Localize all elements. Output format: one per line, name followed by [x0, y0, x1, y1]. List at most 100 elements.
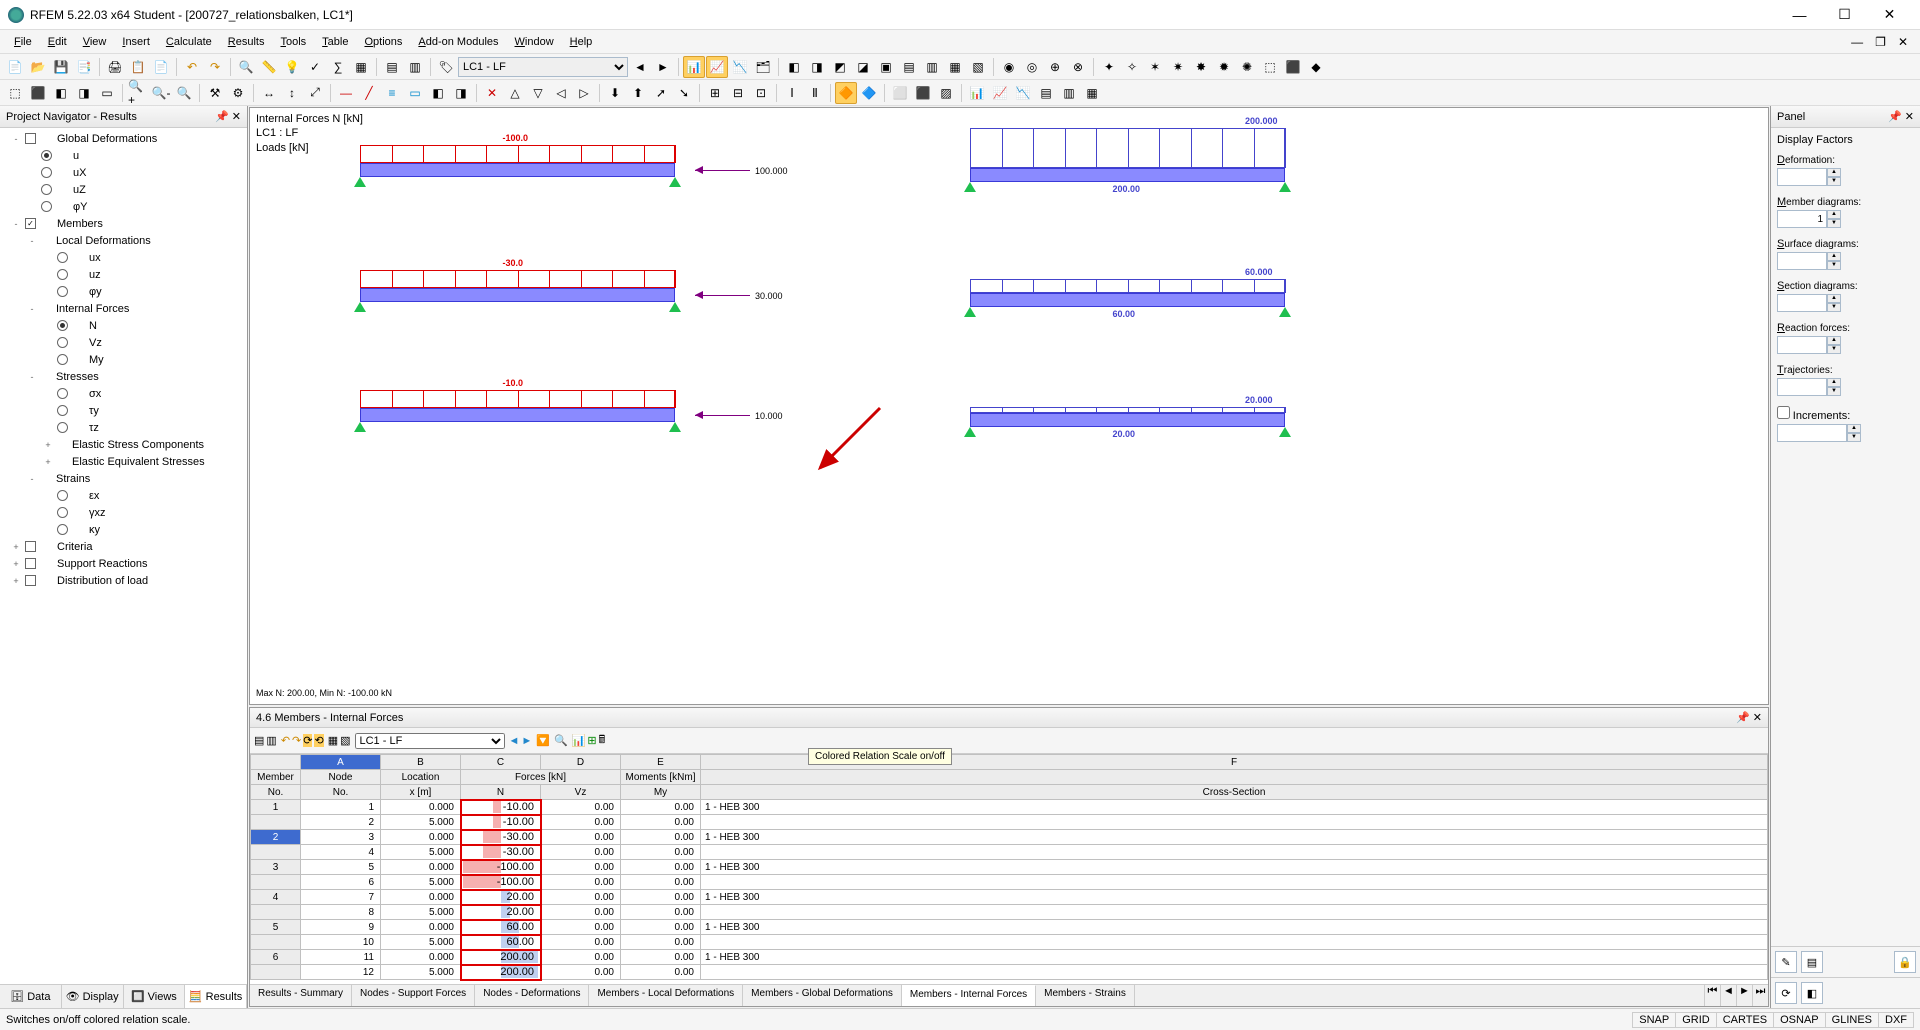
factor-input-5[interactable] — [1777, 378, 1827, 396]
lc-prev-button[interactable]: ◄ — [629, 56, 651, 78]
panel-button[interactable]: ▥ — [404, 56, 426, 78]
tree-node-ux[interactable]: uX — [2, 164, 245, 181]
t2-b[interactable]: ⬛ — [27, 82, 49, 104]
tb-b[interactable]: ◨ — [806, 56, 828, 78]
nav-tab-views[interactable]: 🔲Views — [124, 985, 186, 1008]
tb-k[interactable]: ◎ — [1021, 56, 1043, 78]
t2-x[interactable]: ▷ — [573, 82, 595, 104]
menu-options[interactable]: Options — [356, 33, 410, 51]
tree-node-elastic-equivalent-stresses[interactable]: +Elastic Equivalent Stresses — [2, 453, 245, 470]
tb-v[interactable]: ⬛ — [1282, 56, 1304, 78]
t2-aq[interactable]: ▥ — [1058, 82, 1080, 104]
spin-up[interactable]: ▲ — [1827, 252, 1841, 261]
tb-d[interactable]: ◪ — [852, 56, 874, 78]
menu-add-on-modules[interactable]: Add-on Modules — [410, 33, 506, 51]
tree-node-ux[interactable]: ux — [2, 249, 245, 266]
table-row[interactable]: 470.00020.000.000.001 - HEB 300 — [251, 890, 1768, 905]
tree-node-criteria[interactable]: +Criteria — [2, 538, 245, 555]
tb-m[interactable]: ⊗ — [1067, 56, 1089, 78]
saveas-button[interactable]: 📑 — [73, 56, 95, 78]
spin-dn[interactable]: ▼ — [1847, 433, 1861, 442]
navigator-pin-icon[interactable]: 📌 ✕ — [215, 110, 241, 123]
t2-k[interactable]: ↔ — [258, 82, 280, 104]
tab-nav-btn[interactable]: ⏮ — [1704, 985, 1720, 1006]
t2-e[interactable]: ▭ — [96, 82, 118, 104]
tree-node--z[interactable]: τz — [2, 419, 245, 436]
paste-button[interactable]: 📄 — [150, 56, 172, 78]
mdi-close-button[interactable]: ✕ — [1892, 33, 1914, 51]
table-row[interactable]: 45.000-30.000.000.00 — [251, 845, 1768, 860]
tb-j[interactable]: ◉ — [998, 56, 1020, 78]
increments-input[interactable] — [1777, 424, 1847, 442]
t2-r[interactable]: ◧ — [427, 82, 449, 104]
t2-o[interactable]: ╱ — [358, 82, 380, 104]
grid-button[interactable]: ▦ — [350, 56, 372, 78]
results-4-button[interactable]: 🗂 — [752, 56, 774, 78]
spin-up[interactable]: ▲ — [1827, 168, 1841, 177]
tree-node-vz[interactable]: Vz — [2, 334, 245, 351]
tt-excel[interactable]: ⊞ — [587, 734, 596, 747]
spin-up[interactable]: ▲ — [1827, 378, 1841, 387]
measure-button[interactable]: 📏 — [258, 56, 280, 78]
pf-a[interactable]: ✎ — [1775, 951, 1797, 973]
tb-h[interactable]: ▦ — [944, 56, 966, 78]
t2-ar[interactable]: ▦ — [1081, 82, 1103, 104]
tt-filter[interactable]: 🔽 — [536, 734, 550, 747]
result-tab-nodes---support-forces[interactable]: Nodes - Support Forces — [352, 985, 475, 1006]
t2-m[interactable]: ⤢ — [304, 82, 326, 104]
tb-f[interactable]: ▤ — [898, 56, 920, 78]
tt-prev[interactable]: ◄ — [509, 735, 520, 747]
t2-ai[interactable]: 🔷 — [858, 82, 880, 104]
tree-node-my[interactable]: My — [2, 351, 245, 368]
t2-u[interactable]: △ — [504, 82, 526, 104]
save-button[interactable]: 💾 — [50, 56, 72, 78]
model-viewport[interactable]: Internal Forces N [kN] LC1 : LF Loads [k… — [249, 107, 1769, 705]
table-row[interactable]: 85.00020.000.000.00 — [251, 905, 1768, 920]
tb-q[interactable]: ✷ — [1167, 56, 1189, 78]
colored-relation-scale-button[interactable]: 📊 — [572, 734, 586, 747]
menu-window[interactable]: Window — [507, 33, 562, 51]
factor-input-4[interactable] — [1777, 336, 1827, 354]
nav-tab-data[interactable]: 🗄Data — [0, 985, 62, 1008]
redo-button[interactable]: ↷ — [204, 56, 226, 78]
t2-l[interactable]: ↕ — [281, 82, 303, 104]
table-row[interactable]: 230.000-30.000.000.001 - HEB 300 — [251, 830, 1768, 845]
table-row[interactable]: 350.000-100.000.000.001 - HEB 300 — [251, 860, 1768, 875]
t2-c[interactable]: ◧ — [50, 82, 72, 104]
maximize-button[interactable]: ☐ — [1822, 0, 1867, 30]
t2-ad[interactable]: ⊟ — [727, 82, 749, 104]
t2-ag[interactable]: Ⅱ — [804, 82, 826, 104]
open-button[interactable]: 📂 — [27, 56, 49, 78]
tb-t[interactable]: ✺ — [1236, 56, 1258, 78]
nav-tab-results[interactable]: 🧮Results — [185, 985, 247, 1008]
t2-w[interactable]: ◁ — [550, 82, 572, 104]
t2-n[interactable]: — — [335, 82, 357, 104]
t2-ao[interactable]: 📉 — [1012, 82, 1034, 104]
result-tab-members---global-deformations[interactable]: Members - Global Deformations — [743, 985, 902, 1006]
pf-e[interactable]: ◧ — [1801, 982, 1823, 1004]
results-2-button[interactable]: 📈 — [706, 56, 728, 78]
tree-node--x[interactable]: εx — [2, 487, 245, 504]
pf-d[interactable]: ⟳ — [1775, 982, 1797, 1004]
spin-dn[interactable]: ▼ — [1827, 261, 1841, 270]
spin-dn[interactable]: ▼ — [1827, 177, 1841, 186]
result-tab-members---internal-forces[interactable]: Members - Internal Forces — [902, 985, 1036, 1006]
lc-next-button[interactable]: ► — [652, 56, 674, 78]
spin-dn[interactable]: ▼ — [1827, 303, 1841, 312]
menu-insert[interactable]: Insert — [114, 33, 158, 51]
t2-am[interactable]: 📊 — [966, 82, 988, 104]
tree-node-stresses[interactable]: -Stresses — [2, 368, 245, 385]
t2-p[interactable]: ≡ — [381, 82, 403, 104]
tb-r[interactable]: ✸ — [1190, 56, 1212, 78]
print-button[interactable]: 🖨 — [104, 56, 126, 78]
status-cell-grid[interactable]: GRID — [1675, 1012, 1717, 1028]
increments-checkbox[interactable] — [1777, 406, 1790, 419]
tab-nav-btn[interactable]: ◄ — [1720, 985, 1736, 1006]
factor-input-3[interactable] — [1777, 294, 1827, 312]
tree-node-strains[interactable]: -Strains — [2, 470, 245, 487]
t2-al[interactable]: ▨ — [935, 82, 957, 104]
tb-a[interactable]: ◧ — [783, 56, 805, 78]
t2-t[interactable]: ✕ — [481, 82, 503, 104]
status-cell-dxf[interactable]: DXF — [1878, 1012, 1914, 1028]
status-cell-osnap[interactable]: OSNAP — [1773, 1012, 1826, 1028]
